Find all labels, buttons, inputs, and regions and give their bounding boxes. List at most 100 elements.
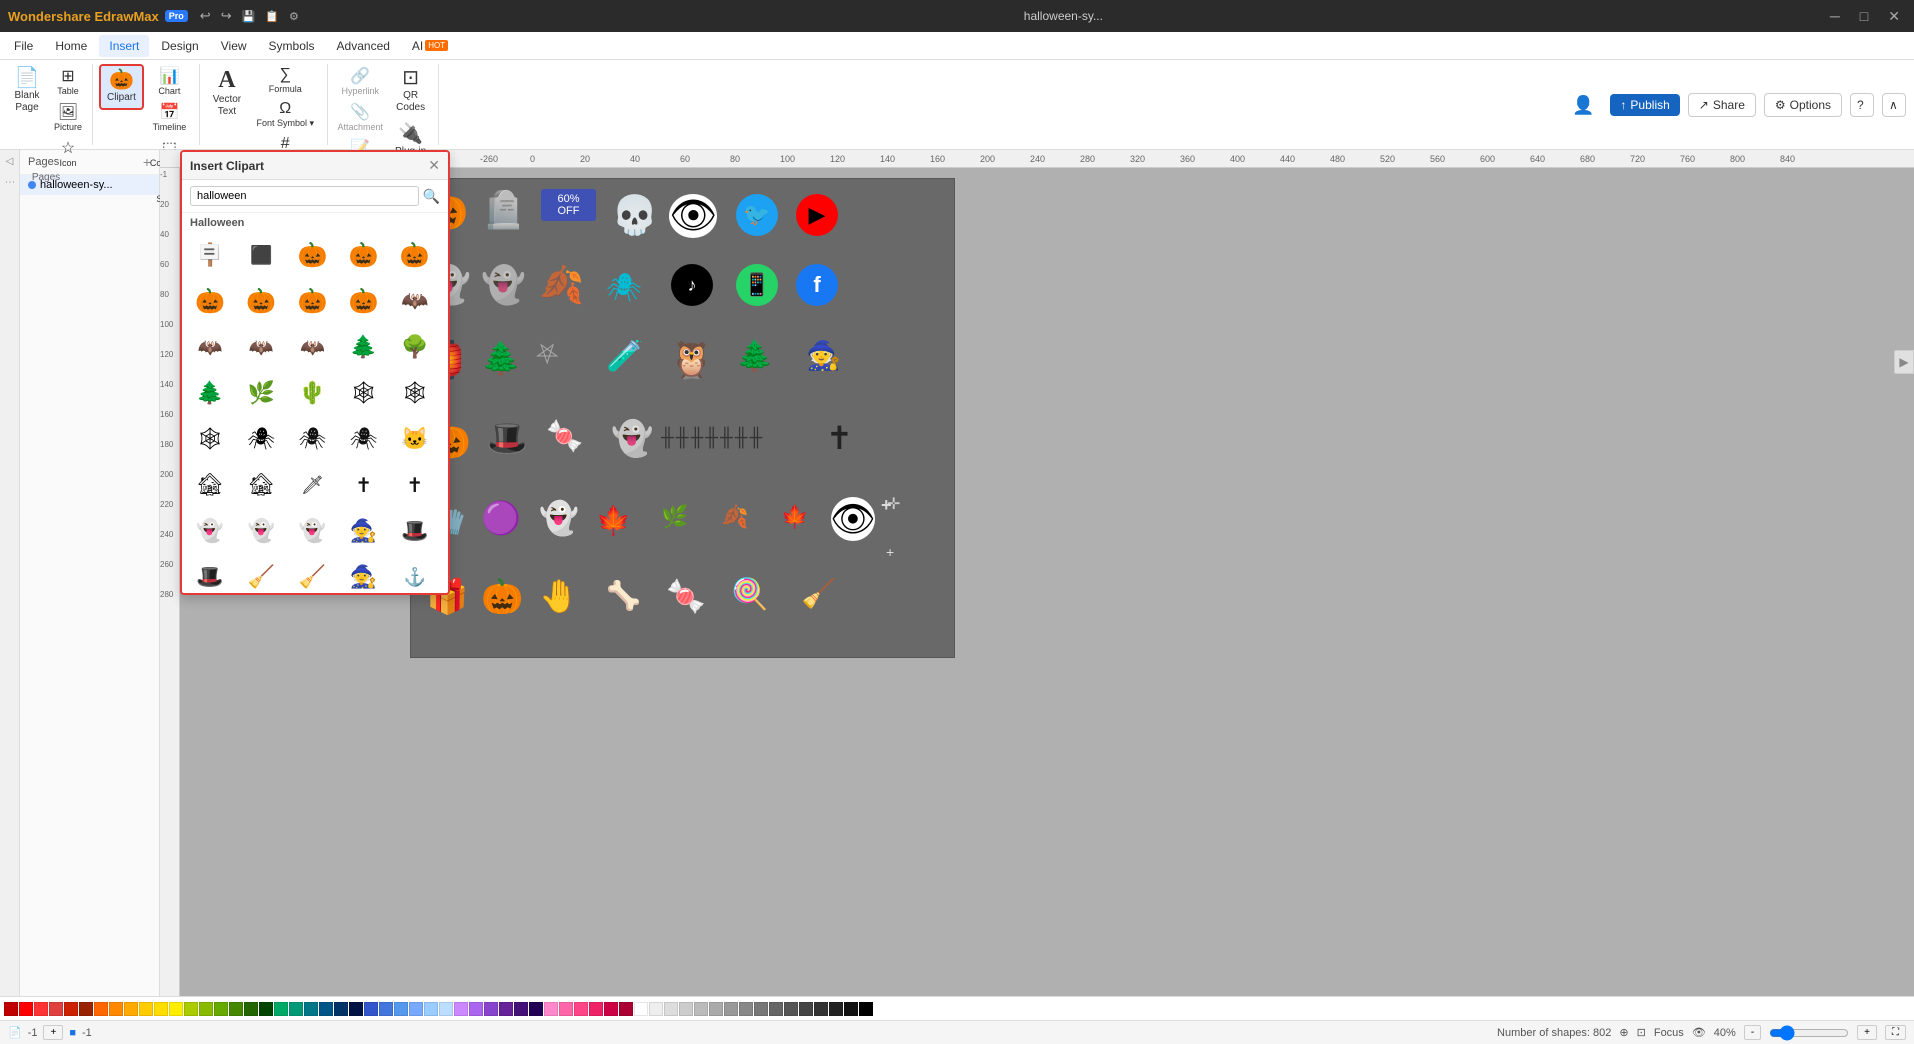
close-button[interactable]: ✕ [1882, 6, 1906, 27]
clipart-item[interactable]: 🎩 [188, 555, 232, 593]
color-swatch[interactable] [169, 1002, 183, 1016]
color-swatch[interactable] [334, 1002, 348, 1016]
formula-button[interactable]: ∑ Formula [250, 64, 321, 96]
color-swatch[interactable] [619, 1002, 633, 1016]
clipart-button[interactable]: 🎃 Clipart [99, 64, 144, 110]
color-swatch[interactable] [109, 1002, 123, 1016]
canvas-eyeball-icon[interactable]: 👁 [831, 497, 875, 541]
canvas-ghost3-icon[interactable]: 👻 [611, 419, 653, 459]
canvas-leaf-icon[interactable]: 🍂 [539, 264, 584, 306]
color-swatch[interactable] [559, 1002, 573, 1016]
color-swatch[interactable] [19, 1002, 33, 1016]
color-swatch[interactable] [139, 1002, 153, 1016]
color-swatch[interactable] [844, 1002, 858, 1016]
save-copy-button[interactable]: 📋 [261, 8, 283, 25]
canvas-candy4-icon[interactable]: 🍬 [666, 577, 706, 615]
color-swatch[interactable] [289, 1002, 303, 1016]
clipart-item[interactable]: 🎃 [342, 279, 386, 323]
canvas-eye-icon[interactable]: 👁 [669, 194, 717, 238]
color-swatch[interactable] [364, 1002, 378, 1016]
redo-button[interactable]: ↪ [217, 6, 236, 26]
color-swatch[interactable] [49, 1002, 63, 1016]
color-swatch[interactable] [574, 1002, 588, 1016]
more-button[interactable]: ⚙ [285, 8, 303, 25]
color-swatch[interactable] [94, 1002, 108, 1016]
qr-codes-button[interactable]: ⊡ QRCodes [389, 64, 432, 118]
clipart-item[interactable]: 🕷 [290, 417, 334, 461]
canvas-sale-badge[interactable]: 60%OFF [541, 189, 596, 221]
clipart-item[interactable]: 🎃 [290, 279, 334, 323]
clipart-item[interactable]: 🌲 [188, 371, 232, 415]
color-swatch[interactable] [244, 1002, 258, 1016]
color-swatch[interactable] [829, 1002, 843, 1016]
clipart-item[interactable]: 🦇 [188, 325, 232, 369]
clipart-item[interactable]: 🧙 [342, 555, 386, 593]
canvas-facebook-icon[interactable]: f [796, 264, 838, 306]
color-swatch[interactable] [769, 1002, 783, 1016]
canvas-pine-icon[interactable]: 🌲 [736, 339, 773, 374]
color-swatch[interactable] [79, 1002, 93, 1016]
maximize-button[interactable]: □ [1854, 6, 1874, 26]
color-swatch[interactable] [64, 1002, 78, 1016]
menu-symbols[interactable]: Symbols [259, 35, 325, 57]
color-swatch[interactable] [304, 1002, 318, 1016]
canvas-ghost2-icon[interactable]: 👻 [481, 264, 526, 306]
color-swatch[interactable] [124, 1002, 138, 1016]
clipart-close-button[interactable]: ✕ [428, 157, 440, 174]
canvas-fence2-icon[interactable]: ╫╫╫╫╫╫╫ [661, 427, 764, 448]
color-swatch[interactable] [184, 1002, 198, 1016]
blank-page-button[interactable]: 📄 BlankPage [6, 64, 48, 118]
clipart-item[interactable]: 🌵 [290, 371, 334, 415]
color-swatch[interactable] [754, 1002, 768, 1016]
color-swatch[interactable] [34, 1002, 48, 1016]
color-swatch[interactable] [709, 1002, 723, 1016]
canvas-broom3-icon[interactable]: 🧹 [801, 577, 836, 610]
menu-ai[interactable]: AI HOT [402, 35, 458, 57]
clipart-item[interactable]: 🧹 [290, 555, 334, 593]
right-edge-arrow[interactable]: ▶ [1899, 355, 1908, 369]
canvas-fence-icon[interactable]: ⛧ [536, 339, 558, 372]
color-swatch[interactable] [349, 1002, 363, 1016]
canvas-area[interactable]: -380 -360 -340 -320 -300 -280 -260 0 20 … [160, 150, 1914, 996]
color-swatch[interactable] [154, 1002, 168, 1016]
canvas-youtube-icon[interactable]: ▶ [796, 194, 838, 236]
clipart-item[interactable]: 🎃 [393, 233, 437, 277]
clipart-item[interactable]: 🌲 [342, 325, 386, 369]
clipart-item[interactable]: 🗡 [290, 463, 334, 507]
canvas-hat-icon[interactable]: 🎩 [486, 419, 528, 459]
canvas-twitter-icon[interactable]: 🐦 [736, 194, 778, 236]
timeline-button[interactable]: 📅 Timeline [146, 100, 193, 134]
color-swatch[interactable] [784, 1002, 798, 1016]
canvas-spider-icon[interactable]: 🕷 [606, 271, 642, 304]
color-swatch[interactable] [319, 1002, 333, 1016]
clipart-item[interactable]: 🐱 [393, 417, 437, 461]
clipart-item[interactable]: 🪧 [188, 233, 232, 277]
clipart-item[interactable]: 🎃 [188, 279, 232, 323]
color-swatch[interactable] [724, 1002, 738, 1016]
color-swatch[interactable] [394, 1002, 408, 1016]
color-swatch[interactable] [544, 1002, 558, 1016]
color-swatch[interactable] [259, 1002, 273, 1016]
clipart-item[interactable]: 🌳 [393, 325, 437, 369]
clipart-item[interactable]: ✝ [393, 463, 437, 507]
clipart-item[interactable]: 🕷 [342, 417, 386, 461]
color-swatch[interactable] [604, 1002, 618, 1016]
clipart-item[interactable]: 🎃 [290, 233, 334, 277]
chart-button[interactable]: 📊 Chart [146, 64, 193, 98]
clipart-item[interactable]: ✝ [342, 463, 386, 507]
canvas-tree-icon[interactable]: 🌲 [481, 339, 521, 377]
undo-button[interactable]: ↩ [196, 6, 215, 26]
color-swatch[interactable] [499, 1002, 513, 1016]
zoom-out-button[interactable]: - [1744, 1025, 1761, 1040]
icon-button[interactable]: ☆ Icon [50, 136, 86, 170]
canvas-cross-icon[interactable]: ✝ [826, 419, 853, 457]
canvas-owl-icon[interactable]: 🦉 [669, 339, 714, 381]
canvas-potion-icon[interactable]: 🧪 [606, 339, 643, 374]
menu-view[interactable]: View [211, 35, 257, 57]
menu-home[interactable]: Home [45, 35, 97, 57]
attachment-button[interactable]: 📎 Attachment [334, 100, 388, 134]
color-swatch[interactable] [454, 1002, 468, 1016]
canvas-zombie-icon[interactable]: 🤚 [539, 577, 579, 615]
menu-file[interactable]: File [4, 35, 43, 57]
canvas-gravestone-icon[interactable]: 🪦 [481, 189, 526, 231]
